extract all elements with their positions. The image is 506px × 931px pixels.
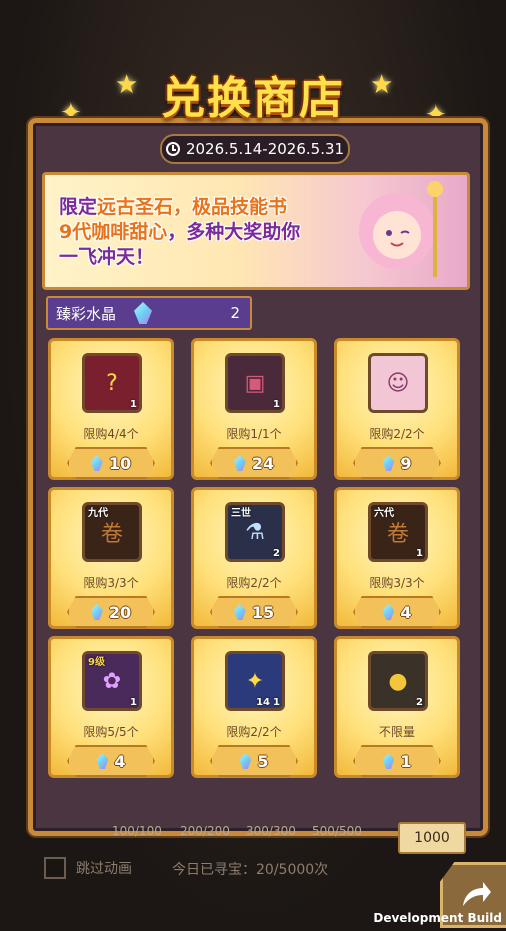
clock-icon [165,142,180,156]
price-value: 9 [400,453,412,473]
banner-line2-suffix: ，多种大奖助你 [167,221,301,243]
shop-item-card[interactable]: ? 1 限购4/4个 10 [48,338,174,480]
shop-item-card[interactable]: 三世 ⚗ 2 限购2/2个 15 [191,487,317,629]
purchase-limit: 限购3/3个 [83,576,139,590]
potion-bottle-icon: 三世 ⚗ 2 [225,502,285,562]
crystal-icon [233,455,246,471]
price-button[interactable]: 20 [67,596,155,628]
purchase-limit: 限购5/5个 [83,725,139,739]
crystal-icon [90,604,103,620]
date-range-pill: 2026.5.14-2026.5.31 [160,134,350,164]
price-button[interactable]: 9 [353,447,441,479]
item-count: 2 [416,697,423,708]
banner-text: 限定远古圣石，极品技能书 9代咖啡甜心，多种大奖助你 一飞冲天！ [59,195,339,270]
item-count: 2 [273,548,280,559]
purchase-limit: 限购2/2个 [369,427,425,441]
currency-name: 臻彩水晶 [56,304,117,323]
banner-line1-highlight: 远古圣石，极品技能书 [97,196,288,218]
myth-scroll-icon: 六代 卷 1 [368,502,428,562]
tier-value: 300/300 [246,824,296,838]
item-count: 1 [273,697,280,708]
price-button[interactable]: 1 [353,745,441,777]
price-value: 24 [251,453,275,473]
currency-amount: 2 [230,304,240,322]
crystal-icon [96,753,109,769]
myth-scroll-icon: 九代 卷 [82,502,142,562]
purchase-limit: 限购2/2个 [226,725,282,739]
shop-item-card[interactable]: 六代 卷 1 限购3/3个 4 [334,487,460,629]
page-title: 兑换商店 [161,73,345,124]
character-art-icon [359,181,443,277]
crystal-icon [233,604,246,620]
item-tag: 14 [256,697,270,708]
skill-book-icon: 9级 ✿ 1 [82,651,142,711]
price-value: 4 [400,602,412,622]
shop-item-card[interactable]: ▣ 1 限购1/1个 24 [191,338,317,480]
tier-value: 100/100 [112,824,162,838]
shop-item-card[interactable]: 9级 ✿ 1 限购5/5个 4 [48,636,174,778]
item-count: 1 [273,399,280,410]
date-range-text: 2026.5.14-2026.5.31 [185,140,345,158]
arrow-return-icon [463,882,491,906]
price-button[interactable]: 5 [210,745,298,777]
promo-banner: 限定远古圣石，极品技能书 9代咖啡甜心，多种大奖助你 一飞冲天！ [42,172,470,290]
purchase-limit: 限购2/2个 [226,576,282,590]
item-count: 1 [130,399,137,410]
price-button[interactable]: 15 [210,596,298,628]
shop-item-card[interactable]: 九代 卷 限购3/3个 20 [48,487,174,629]
banner-line3: 一飞冲天！ [59,246,155,268]
price-button[interactable]: 4 [353,596,441,628]
skip-animation-toggle[interactable]: 跳过动画 [44,857,132,879]
skip-animation-label: 跳过动画 [76,861,132,877]
checkbox[interactable] [44,857,66,879]
purchase-limit: 限购3/3个 [369,576,425,590]
price-button[interactable]: 10 [67,447,155,479]
price-value: 15 [251,602,275,622]
crystal-icon [239,753,252,769]
backpack-icon: ▣ 1 [225,353,285,413]
shop-item-card[interactable]: ✦ 14 1 限购2/2个 5 [191,636,317,778]
purchase-limit: 不限量 [378,725,415,739]
price-value: 10 [108,453,132,473]
item-count: 1 [130,697,137,708]
ticket-icon: ✦ 14 1 [225,651,285,711]
tier-1000-button[interactable]: 1000 [398,822,466,854]
dev-build-label: Development Build [373,911,502,925]
price-value: 5 [257,751,269,771]
crystal-icon [382,604,395,620]
banner-line2-highlight: 9代咖啡甜心 [59,221,168,243]
price-value: 20 [108,602,132,622]
item-count: 1 [416,548,423,559]
shop-item-card[interactable]: ● 2 不限量 1 [334,636,460,778]
banner-line1-prefix: 限定 [59,196,98,218]
tier-value: 500/500 [312,824,362,838]
character-portrait-icon: ☺ [368,353,428,413]
price-button[interactable]: 24 [210,447,298,479]
currency-bar: 臻彩水晶 2 [46,296,252,330]
crystal-icon [134,302,153,324]
shop-item-card[interactable]: ☺ 限购2/2个 9 [334,338,460,480]
purchase-limit: 限购4/4个 [83,427,139,441]
tier-value: 200/200 [180,824,230,838]
treasure-chest-icon: ? 1 [82,353,142,413]
price-value: 1 [400,751,412,771]
purchase-limit: 限购1/1个 [226,427,282,441]
crystal-icon [90,455,103,471]
gold-coin-bag-icon: ● 2 [368,651,428,711]
crystal-icon [382,455,395,471]
price-value: 4 [114,751,126,771]
price-button[interactable]: 4 [67,745,155,777]
daily-progress-text: 今日已寻宝：20/5000次 [172,862,329,878]
crystal-icon [382,753,395,769]
